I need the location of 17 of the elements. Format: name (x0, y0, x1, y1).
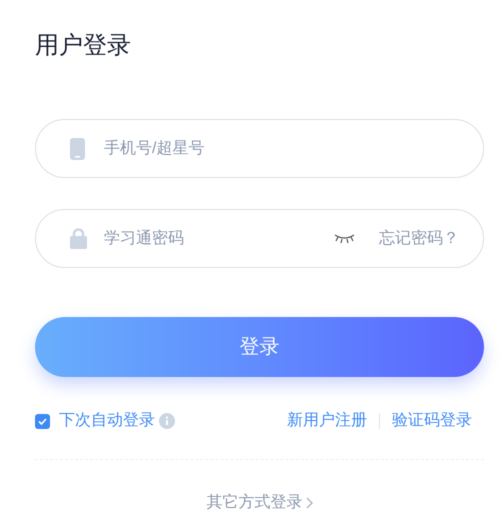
other-login-link[interactable]: 其它方式登录 (206, 491, 312, 515)
password-input[interactable]: 学习通密码 (104, 226, 304, 250)
check-icon (38, 418, 47, 424)
remember-checkbox[interactable] (35, 414, 50, 428)
register-link[interactable]: 新用户注册 (287, 409, 367, 433)
login-button[interactable]: 登录 (35, 317, 484, 377)
lock-icon (70, 228, 87, 249)
closed-eye-icon[interactable] (334, 234, 355, 243)
phone-icon (70, 138, 85, 160)
phone-field[interactable]: 手机号/超星号 (35, 119, 484, 178)
forgot-password-link[interactable]: 忘记密码？ (379, 226, 459, 250)
page-title: 用户登录 (35, 31, 131, 61)
chevron-right-icon (306, 497, 312, 509)
password-field[interactable]: 学习通密码 忘记密码？ (35, 209, 484, 268)
remember-label[interactable]: 下次自动登录 (59, 409, 155, 433)
phone-input[interactable]: 手机号/超星号 (104, 136, 459, 160)
sms-login-link[interactable]: 验证码登录 (392, 409, 472, 433)
